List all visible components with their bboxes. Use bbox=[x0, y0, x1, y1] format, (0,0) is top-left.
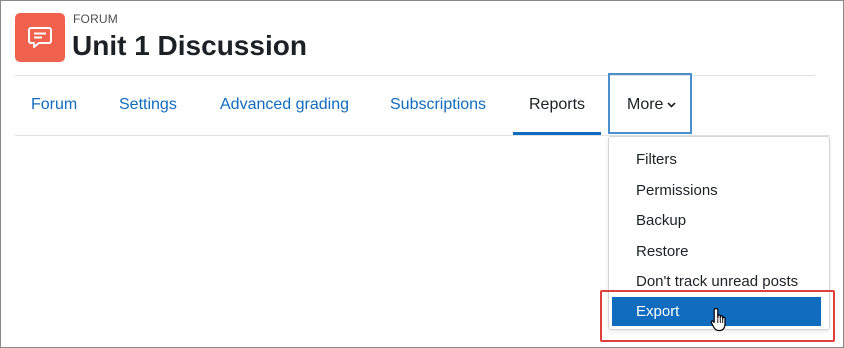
tab-subscriptions[interactable]: Subscriptions bbox=[390, 95, 486, 115]
tab-reports[interactable]: Reports bbox=[529, 95, 585, 115]
chevron-down-icon bbox=[667, 102, 677, 108]
tab-settings[interactable]: Settings bbox=[119, 95, 177, 115]
menu-item-filters[interactable]: Filters bbox=[636, 150, 677, 170]
menu-item-backup[interactable]: Backup bbox=[636, 211, 686, 231]
tab-forum[interactable]: Forum bbox=[31, 95, 77, 115]
tab-more[interactable]: More bbox=[627, 95, 677, 115]
menu-item-restore[interactable]: Restore bbox=[636, 242, 689, 262]
tab-more-label: More bbox=[627, 96, 664, 113]
header-divider bbox=[15, 75, 815, 76]
menu-item-permissions[interactable]: Permissions bbox=[636, 181, 718, 201]
menu-item-dont-track-unread[interactable]: Don't track unread posts bbox=[636, 272, 798, 292]
hand-pointer-cursor-icon bbox=[710, 307, 726, 332]
page-title: Unit 1 Discussion bbox=[72, 30, 307, 61]
tab-advanced-grading[interactable]: Advanced grading bbox=[220, 95, 349, 115]
forum-chat-icon bbox=[15, 13, 65, 62]
activity-type-label: FORUM bbox=[73, 12, 118, 26]
